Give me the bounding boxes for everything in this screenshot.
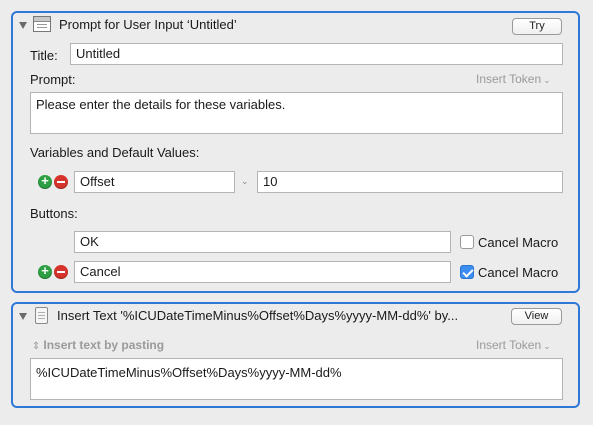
- insert-text-area[interactable]: %ICUDateTimeMinus%Offset%Days%yyyy-MM-dd…: [30, 358, 563, 400]
- remove-variable-icon[interactable]: [54, 175, 68, 189]
- insert-text-action[interactable]: Insert Text '%ICUDateTimeMinus%Offset%Da…: [11, 302, 580, 408]
- insert-mode-menu[interactable]: ⇕ Insert text by pasting: [32, 338, 164, 352]
- variables-label: Variables and Default Values:: [30, 145, 200, 160]
- cancel-macro-checkbox[interactable]: [460, 235, 474, 249]
- action-title: Insert Text '%ICUDateTimeMinus%Offset%Da…: [57, 308, 459, 323]
- prompt-for-user-input-action[interactable]: Prompt for User Input ‘Untitled’ Try Tit…: [11, 11, 580, 293]
- view-button[interactable]: View: [511, 308, 562, 325]
- chevron-down-icon: ⌄: [543, 341, 551, 351]
- try-button[interactable]: Try: [512, 18, 562, 35]
- title-field[interactable]: Untitled: [70, 43, 563, 65]
- chevron-down-icon[interactable]: ⌄: [241, 176, 249, 187]
- disclosure-triangle-icon[interactable]: [19, 313, 27, 320]
- add-variable-icon[interactable]: [38, 174, 52, 189]
- prompt-text-area[interactable]: Please enter the details for these varia…: [30, 92, 563, 134]
- action-header[interactable]: Prompt for User Input ‘Untitled’ Try: [13, 13, 578, 39]
- cancel-macro-label: Cancel Macro: [478, 265, 559, 280]
- document-icon: [35, 307, 48, 324]
- window-icon: [33, 16, 51, 32]
- prompt-label: Prompt:: [30, 72, 76, 87]
- buttons-label: Buttons:: [30, 206, 78, 221]
- insert-token-menu[interactable]: Insert Token ⌄: [476, 72, 551, 86]
- variable-default-field[interactable]: 10: [257, 171, 563, 193]
- cancel-macro-label: Cancel Macro: [478, 235, 559, 250]
- cancel-macro-checkbox-checked[interactable]: [460, 265, 474, 279]
- up-down-arrows-icon: ⇕: [32, 341, 41, 352]
- title-label: Title:: [30, 48, 58, 63]
- action-header[interactable]: Insert Text '%ICUDateTimeMinus%Offset%Da…: [13, 304, 578, 330]
- insert-token-menu[interactable]: Insert Token ⌄: [476, 338, 551, 352]
- chevron-down-icon: ⌄: [543, 75, 551, 85]
- button-name-field[interactable]: OK: [74, 231, 451, 253]
- variable-name-field[interactable]: Offset: [74, 171, 235, 193]
- add-button-icon[interactable]: [38, 264, 52, 279]
- disclosure-triangle-icon[interactable]: [19, 22, 27, 29]
- button-name-field[interactable]: Cancel: [74, 261, 451, 283]
- remove-button-icon[interactable]: [54, 265, 68, 279]
- action-title: Prompt for User Input ‘Untitled’: [59, 17, 237, 32]
